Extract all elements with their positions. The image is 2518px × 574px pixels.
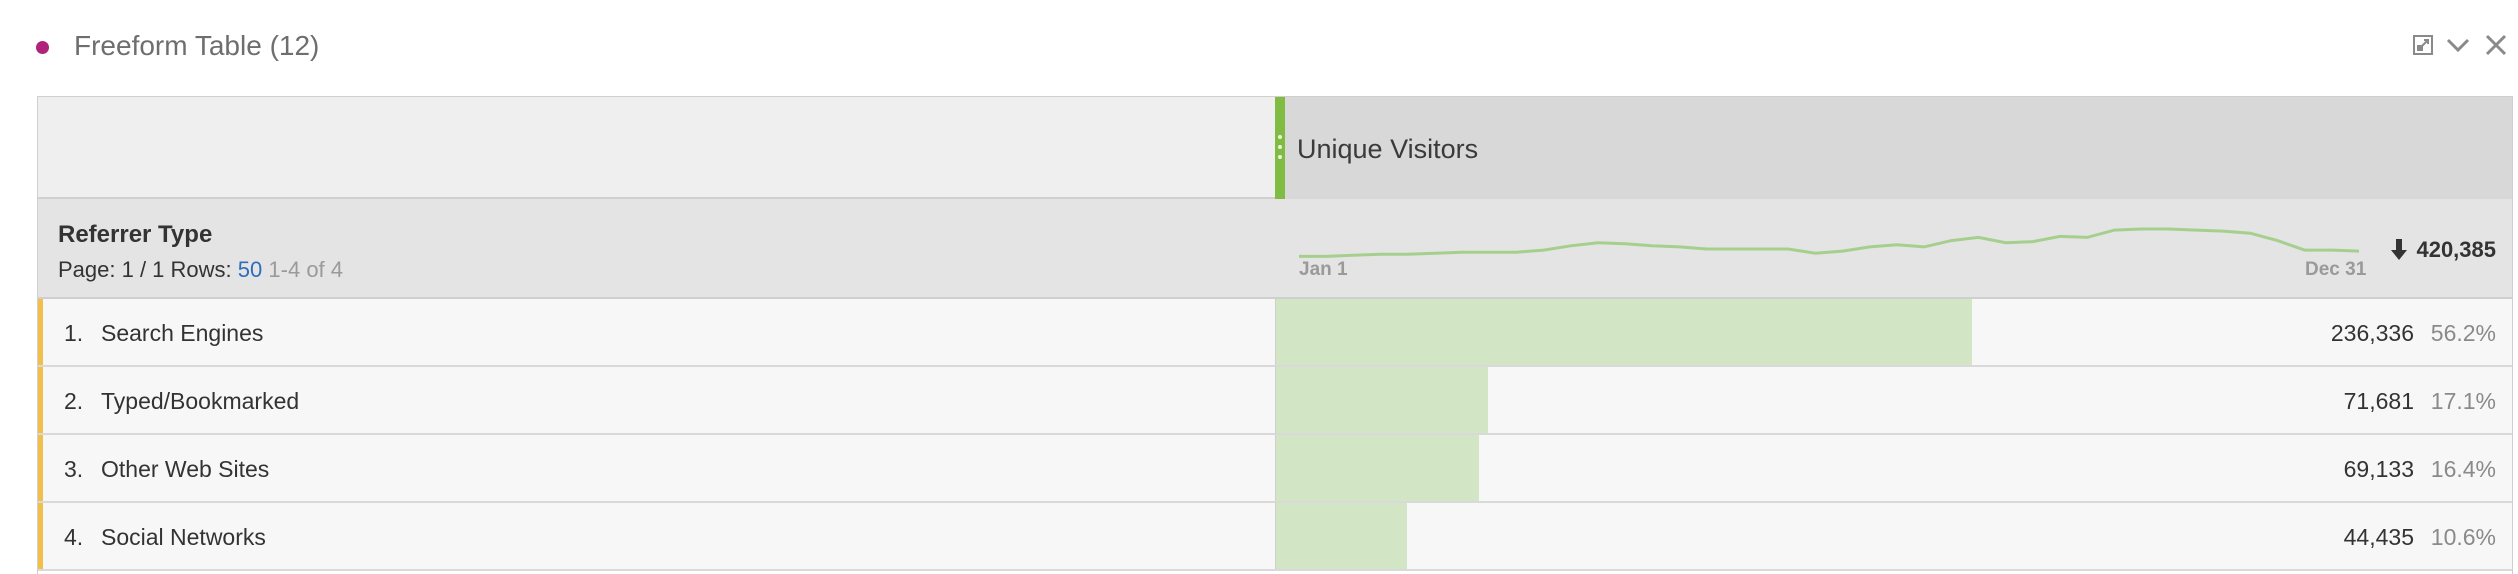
row-number: 1. — [64, 320, 84, 346]
pagination: Page: 1 / 1 Rows: 50 1-4 of 4 — [58, 257, 343, 283]
row-metric-cell: 69,133 16.4% — [1275, 435, 2512, 501]
row-value: 71,681 — [2343, 388, 2414, 414]
table-row[interactable]: 4. Social Networks 44,435 10.6% — [38, 503, 2512, 571]
row-value: 44,435 — [2343, 524, 2414, 550]
column-drag-handle[interactable] — [1275, 97, 1285, 199]
dimension-label[interactable]: Referrer Type — [58, 221, 212, 249]
row-selection-flag — [38, 367, 43, 433]
row-number: 4. — [64, 524, 84, 550]
column-header-row: Unique Visitors — [38, 97, 2512, 199]
row-percent: 17.1% — [2430, 388, 2496, 414]
rows-per-page-dropdown[interactable]: 50 — [238, 257, 262, 282]
sparkline-end-label: Dec 31 — [2305, 259, 2367, 280]
rows-label: Rows: — [170, 257, 232, 282]
row-value: 236,336 — [2330, 320, 2414, 346]
panel-title: Freeform Table (12) — [74, 30, 320, 61]
row-metric-cell: 44,435 10.6% — [1275, 503, 2512, 569]
panel-header: Freeform Table (12) — [0, 0, 2518, 96]
expand-icon[interactable] — [2408, 30, 2438, 60]
table-row[interactable]: 3. Other Web Sites 69,133 16.4% — [38, 435, 2512, 503]
trend-sparkline — [1299, 227, 2359, 258]
dimension-header-row: Referrer Type Page: 1 / 1 Rows: 50 1-4 o… — [38, 199, 2512, 299]
metric-column-header[interactable]: Unique Visitors — [1275, 97, 2512, 199]
row-range: 1-4 of 4 — [268, 257, 344, 282]
page-indicator: Page: 1 / 1 — [58, 257, 165, 282]
table-row[interactable]: 2. Typed/Bookmarked 71,681 17.1% — [38, 367, 2512, 435]
row-value-bar — [1276, 367, 1488, 433]
row-percent: 56.2% — [2430, 320, 2496, 346]
panel-status-dot — [36, 41, 49, 54]
sparkline-start-label: Jan 1 — [1299, 259, 1348, 280]
row-selection-flag — [38, 299, 43, 365]
freeform-table: Unique Visitors Referrer Type Page: 1 / … — [37, 96, 2513, 574]
row-number: 3. — [64, 456, 84, 482]
table-row[interactable]: 1. Search Engines 236,336 56.2% — [38, 299, 2512, 367]
row-value: 69,133 — [2343, 456, 2414, 482]
row-selection-flag — [38, 435, 43, 501]
row-value-bar — [1276, 435, 1480, 501]
row-value-bar — [1276, 299, 1972, 365]
close-icon[interactable] — [2481, 30, 2511, 60]
row-dimension-item[interactable]: Typed/Bookmarked — [101, 388, 299, 415]
row-dimension-item[interactable]: Search Engines — [101, 320, 263, 347]
row-value-bar — [1276, 503, 1408, 569]
metric-label: Unique Visitors — [1297, 134, 1479, 164]
chevron-down-icon[interactable] — [2443, 30, 2473, 60]
row-number: 2. — [64, 388, 84, 414]
row-percent: 16.4% — [2430, 456, 2496, 482]
metric-total-value: 420,385 — [2416, 237, 2496, 262]
arrow-down-icon[interactable] — [2390, 239, 2408, 261]
row-metric-cell: 236,336 56.2% — [1275, 299, 2512, 365]
row-selection-flag — [38, 503, 43, 569]
row-percent: 10.6% — [2430, 524, 2496, 550]
row-metric-cell: 71,681 17.1% — [1275, 367, 2512, 433]
row-dimension-item[interactable]: Other Web Sites — [101, 456, 269, 483]
row-dimension-item[interactable]: Social Networks — [101, 524, 266, 551]
metric-total: 420,385 — [2390, 237, 2496, 263]
